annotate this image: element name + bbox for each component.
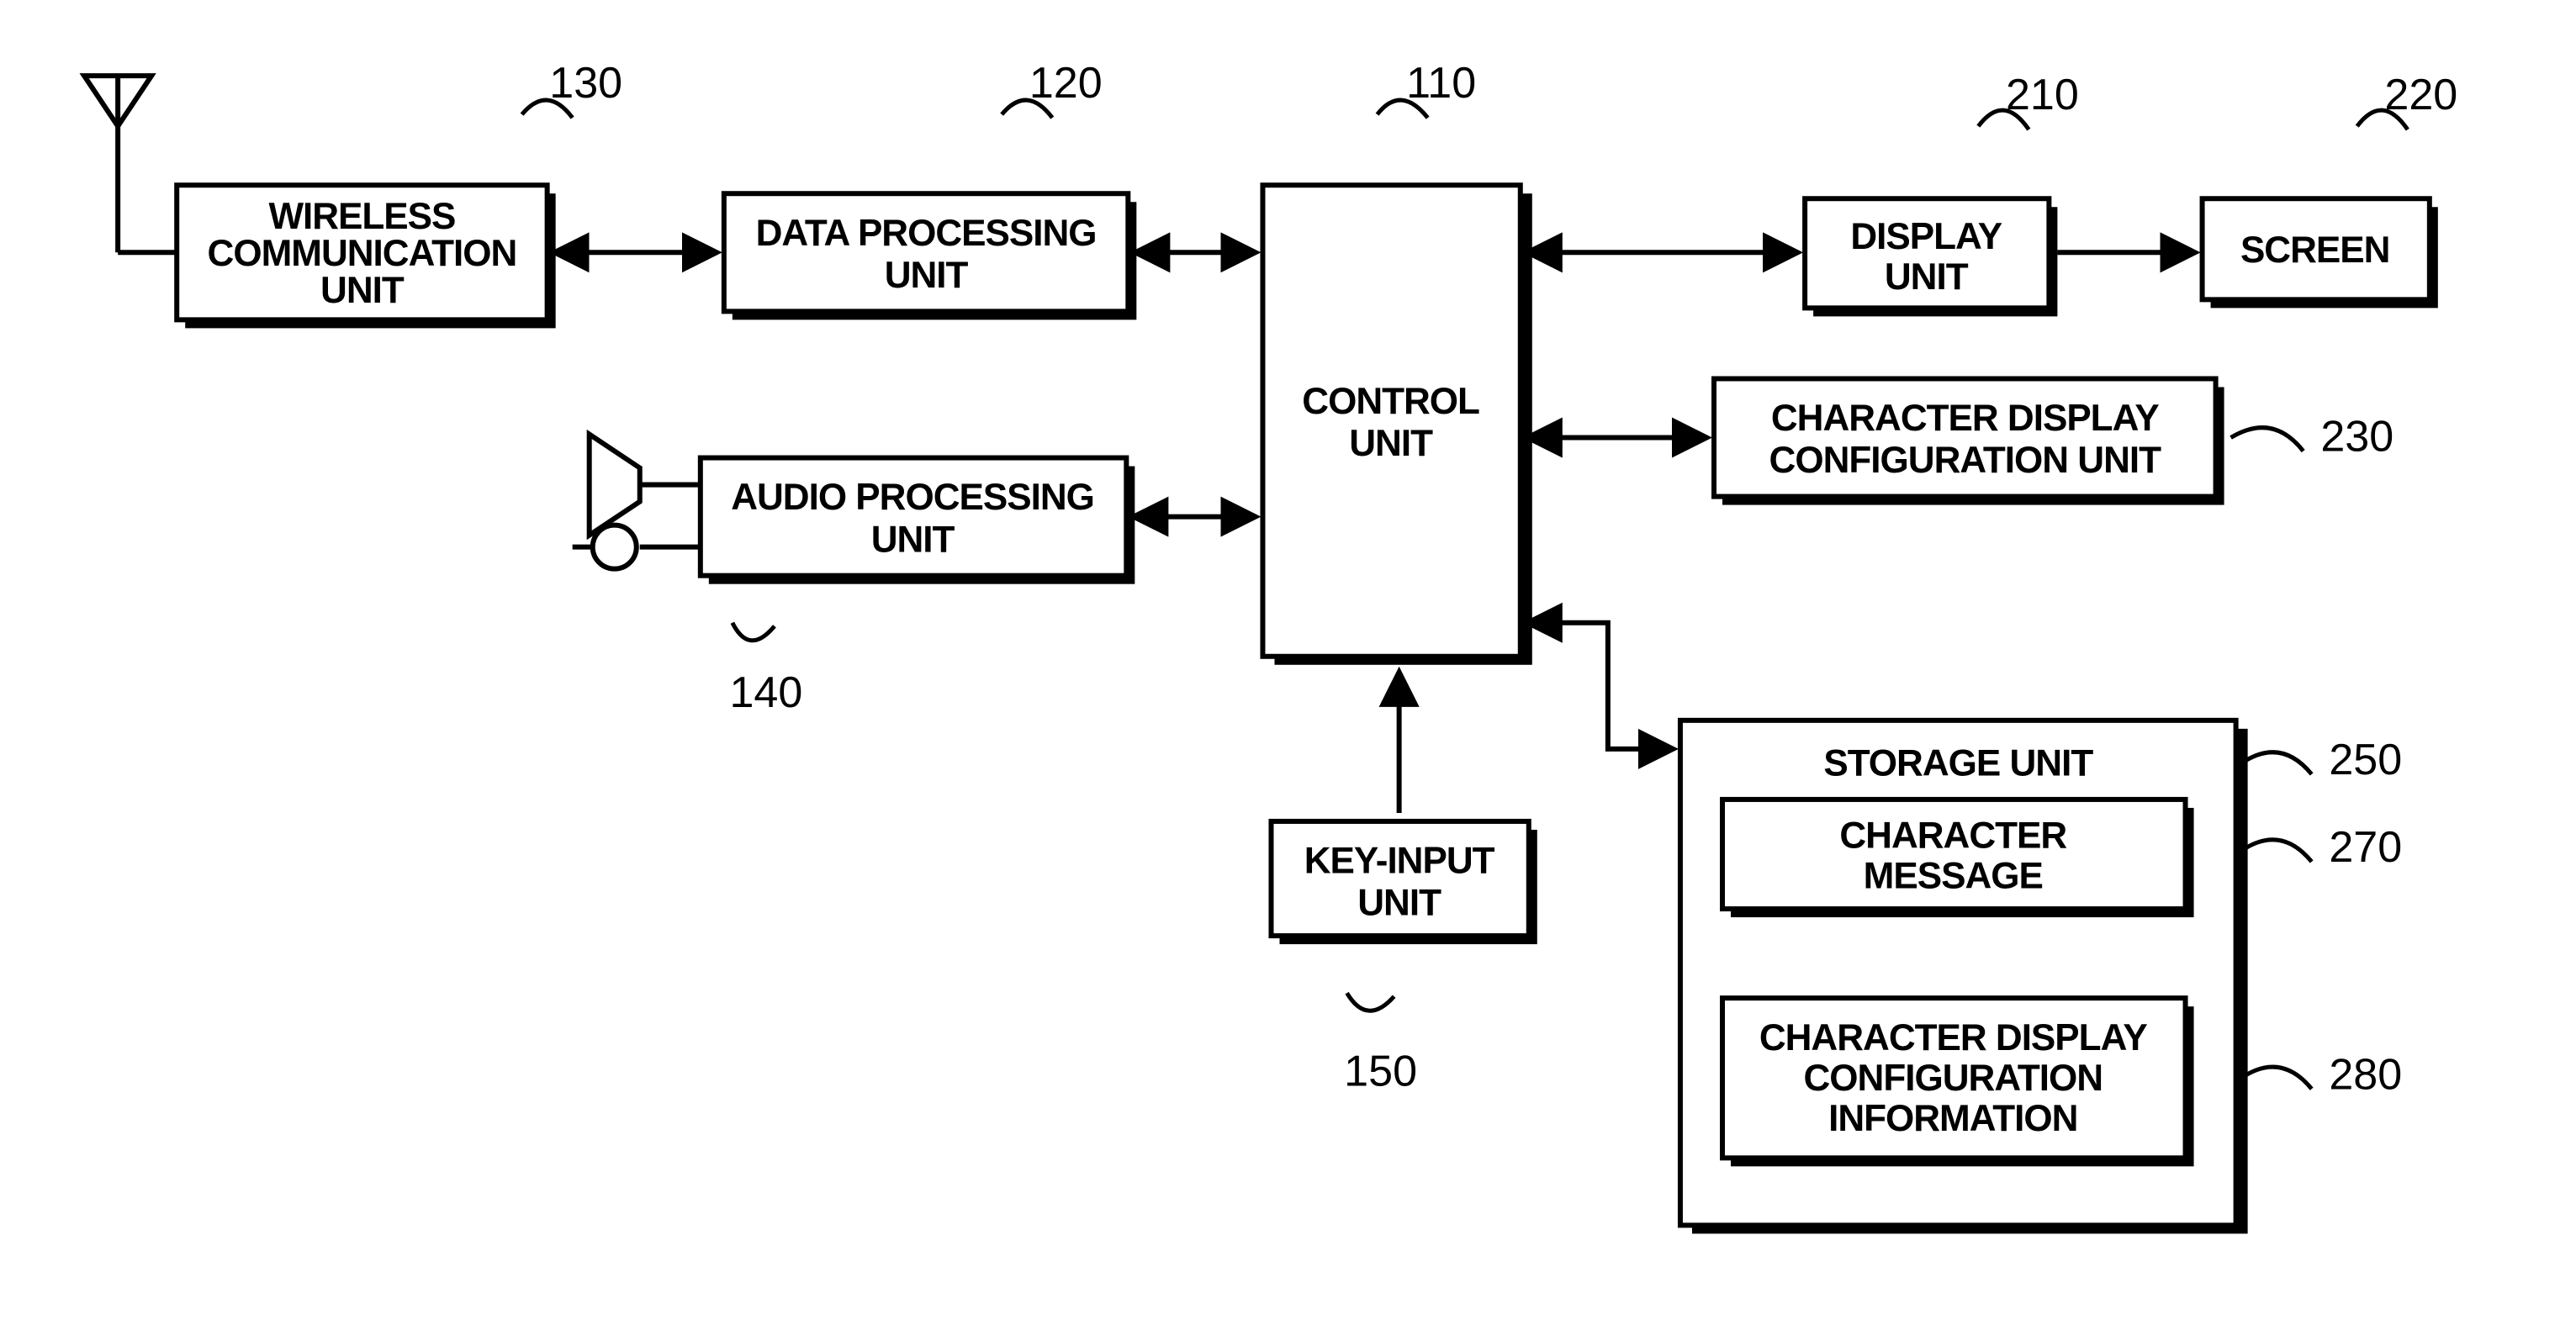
screen-block: SCREEN [2203, 198, 2438, 308]
display-ref: 210 [2006, 71, 2079, 119]
dataproc-label-line1: DATA PROCESSING [756, 213, 1097, 254]
storage-title: STORAGE UNIT [1823, 743, 2093, 784]
control-label-line2: UNIT [1349, 423, 1433, 464]
block-diagram: WIRELESS COMMUNICATION UNIT 130 DATA PRO… [0, 0, 2576, 1330]
key-input-unit-block: KEY-INPUT UNIT [1271, 821, 1537, 944]
cmsg-label-line1: CHARACTER [1839, 815, 2066, 857]
cdcu-ref: 230 [2320, 413, 2394, 462]
keyin-label-line1: KEY-INPUT [1304, 841, 1495, 882]
speaker-icon [590, 435, 701, 536]
cmsg-ref: 270 [2329, 823, 2402, 872]
display-label-line1: DISPLAY [1850, 216, 2002, 257]
antenna-icon [84, 76, 177, 252]
data-processing-unit-block: DATA PROCESSING UNIT [724, 193, 1136, 319]
audio-processing-unit-block: AUDIO PROCESSING UNIT [701, 458, 1135, 584]
control-ref: 110 [1406, 59, 1476, 108]
character-display-config-unit-block: CHARACTER DISPLAY CONFIGURATION UNIT [1714, 378, 2224, 504]
audio-ref: 140 [729, 668, 802, 717]
display-unit-block: DISPLAY UNIT [1805, 198, 2057, 316]
dataproc-ref: 120 [1029, 59, 1103, 108]
wireless-ref: 130 [549, 59, 622, 108]
conn-control-storage [1529, 623, 1672, 749]
cdcu-label-line2: CONFIGURATION UNIT [1769, 440, 2162, 481]
screen-label-line1: SCREEN [2240, 230, 2390, 271]
audio-label-line2: UNIT [871, 519, 955, 560]
cdcu-label-line1: CHARACTER DISPLAY [1771, 398, 2159, 439]
cdci-label-line1: CHARACTER DISPLAY [1759, 1017, 2147, 1058]
storage-ref: 250 [2329, 736, 2402, 784]
character-display-config-info-block: CHARACTER DISPLAY CONFIGURATION INFORMAT… [1722, 998, 2194, 1166]
character-message-block: CHARACTER MESSAGE [1722, 800, 2194, 917]
cdci-ref: 280 [2329, 1050, 2402, 1099]
control-label-line1: CONTROL [1302, 381, 1479, 422]
dataproc-label-line2: UNIT [885, 255, 969, 296]
control-unit-block: CONTROL UNIT [1262, 185, 1531, 665]
wireless-communication-unit-block: WIRELESS COMMUNICATION UNIT [177, 185, 555, 328]
keyin-label-line2: UNIT [1357, 883, 1441, 924]
audio-label-line1: AUDIO PROCESSING [731, 477, 1094, 518]
wireless-label-line2: COMMUNICATION [208, 233, 517, 274]
display-label-line2: UNIT [1885, 256, 1969, 298]
cdci-label-line2: CONFIGURATION [1804, 1058, 2103, 1099]
screen-ref: 220 [2384, 71, 2457, 119]
cmsg-label-line2: MESSAGE [1864, 856, 2043, 897]
cdci-label-line3: INFORMATION [1828, 1098, 2077, 1139]
wireless-label-line1: WIRELESS [268, 196, 455, 237]
wireless-label-line3: UNIT [320, 270, 405, 311]
keyin-ref: 150 [1344, 1047, 1417, 1095]
